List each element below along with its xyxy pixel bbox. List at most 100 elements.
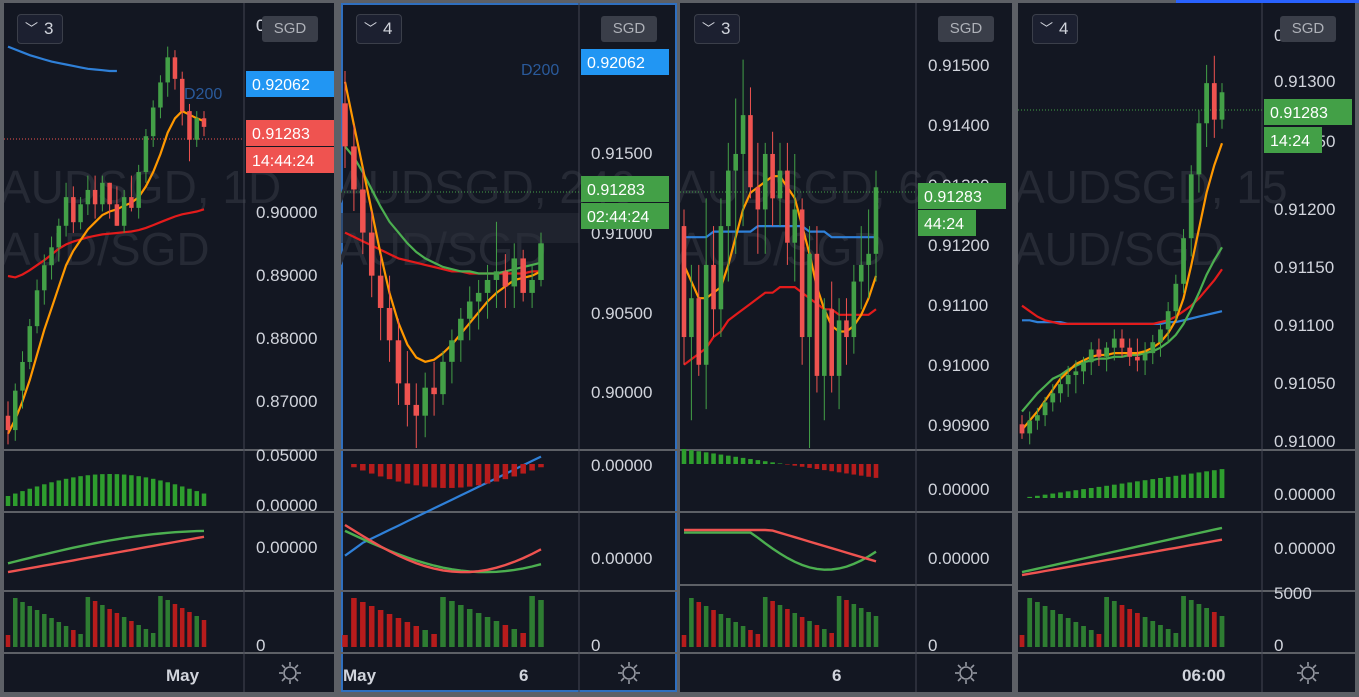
chart-pane-2[interactable]: AUDSGD, 240 AUD/SGD D200 0.91500 0.91000 0.90… [341, 3, 677, 692]
gear-icon[interactable] [1295, 660, 1321, 686]
ind1-bar [136, 476, 141, 506]
ind2-tick: 0.00000 [591, 549, 652, 568]
ind1-bar [681, 449, 687, 464]
ind1-bar [121, 474, 127, 506]
symbol-watermark: AUD/SGD [680, 223, 886, 275]
chart-canvas[interactable]: AUDSGD, 1DAUD/SGDD20000.050000.900000.89… [4, 3, 334, 692]
volume-bar [1058, 614, 1063, 647]
price-tick: 0.91100 [1274, 316, 1334, 335]
candle-body [529, 279, 535, 293]
ind1-bar [1081, 489, 1086, 498]
gear-icon[interactable] [277, 660, 303, 686]
candle-body [27, 326, 33, 362]
chevron-down-icon: ﹀ [1040, 21, 1054, 36]
candle-body [422, 387, 428, 416]
ind1-bar [718, 454, 724, 464]
ind1-bar [866, 464, 871, 477]
ind1-tick: 0.00000 [1274, 485, 1335, 504]
volume-bar [150, 633, 156, 647]
signal-line [684, 528, 877, 563]
volume-bar [844, 600, 849, 647]
interval-selector[interactable]: ﹀ 3 [17, 14, 63, 44]
volume-bar [718, 614, 724, 647]
candle-body [13, 390, 18, 431]
ind1-bar [1204, 471, 1209, 498]
candle-body [1119, 338, 1125, 348]
volume-bar [1196, 604, 1202, 647]
interval-selector[interactable]: ﹀ 3 [694, 14, 740, 44]
chart-canvas[interactable]: AUDSGD, 60AUD/SGD0.915000.914000.913000.… [680, 3, 1012, 692]
ind1-tick: 0.05000 [256, 446, 317, 465]
time-tick: May [166, 666, 200, 685]
volume-bar [681, 635, 687, 647]
interval-selector[interactable]: ﹀ 4 [1032, 14, 1078, 44]
price-tick: 0.91400 [928, 116, 989, 135]
ind1-bar [1173, 475, 1179, 498]
price-label: 0.92062 [587, 55, 645, 72]
candle-body [1219, 92, 1225, 120]
ind1-bar [475, 464, 482, 486]
ind1-bar [1096, 486, 1102, 498]
candle-body [377, 275, 384, 308]
gear-icon[interactable] [616, 660, 642, 686]
volume-bar [696, 602, 702, 647]
candle-body [733, 153, 738, 171]
volume-bar [822, 629, 827, 647]
candle-body [368, 232, 375, 276]
ma-red-line [1021, 268, 1223, 325]
price-label: 0.91283 [1270, 105, 1328, 122]
ind1-bar [63, 478, 69, 506]
volume-bar [368, 606, 375, 647]
volume-bar [179, 608, 185, 647]
currency-badge[interactable]: SGD [1280, 16, 1336, 42]
ind1-bar [777, 463, 783, 464]
volume-bar [1081, 626, 1086, 647]
candle-body [5, 415, 11, 431]
macd-line [7, 529, 205, 565]
price-tick: 0.91150 [1274, 258, 1334, 277]
ind1-bar [529, 464, 535, 471]
currency-badge[interactable]: SGD [938, 16, 994, 42]
chart-pane-1[interactable]: AUDSGD, 1DAUD/SGDD20000.050000.900000.89… [4, 3, 334, 692]
volume-bar [1088, 630, 1094, 647]
ma-blue-line [7, 45, 117, 73]
candle-body [1104, 347, 1109, 357]
ind1-bar [726, 455, 731, 464]
chart-canvas[interactable]: AUDSGD, 15AUD/SGD0.913500.913000.912500.… [1018, 3, 1355, 692]
ind3-tick: 0 [256, 636, 265, 655]
candle-body [807, 253, 812, 338]
price-tick: 0.91100 [928, 296, 988, 315]
chevron-down-icon: ﹀ [702, 21, 716, 36]
gear-icon[interactable] [953, 660, 979, 686]
candle-body [703, 264, 709, 365]
chart-pane-3[interactable]: AUDSGD, 60AUD/SGD0.915000.914000.913000.… [680, 3, 1012, 692]
candle-body [431, 387, 437, 395]
ind1-bar [179, 486, 185, 506]
volume-bar [78, 634, 83, 647]
candle-body [740, 115, 746, 154]
ind1-bar [404, 464, 411, 484]
ind1-bar [733, 456, 738, 464]
volume-bar [13, 598, 18, 647]
ind1-bar [844, 464, 849, 474]
interval-selector[interactable]: ﹀ 4 [356, 14, 402, 44]
candle-body [1204, 83, 1209, 124]
price-label: 0.91283 [252, 126, 310, 143]
price-tick: 0.87000 [256, 392, 317, 411]
candle-body [762, 153, 768, 210]
currency-badge[interactable]: SGD [601, 16, 657, 42]
candle-body [538, 243, 544, 280]
interval-value: 3 [44, 19, 54, 38]
ind1-bar [1073, 490, 1079, 498]
chart-pane-4[interactable]: AUDSGD, 15AUD/SGD0.913500.913000.912500.… [1018, 3, 1355, 692]
candle-body [1065, 375, 1071, 385]
candle-body [395, 340, 402, 384]
currency-badge[interactable]: SGD [262, 16, 318, 42]
ind1-bar [836, 464, 842, 473]
chart-canvas[interactable]: AUDSGD, 240AUD/SGDD2000.915000.910000.90… [341, 3, 677, 692]
candle-body [1096, 349, 1102, 357]
candle-body [107, 182, 112, 205]
volume-bar [360, 602, 366, 647]
candle-body [1196, 123, 1202, 175]
ind1-bar [1196, 472, 1202, 498]
